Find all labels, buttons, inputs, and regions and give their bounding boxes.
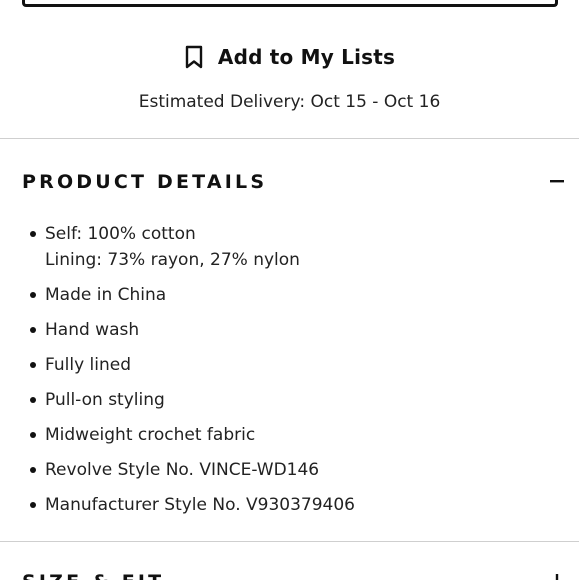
add-to-my-lists-button[interactable]: Add to My Lists bbox=[0, 40, 579, 74]
detail-text: Made in China bbox=[45, 285, 167, 305]
detail-text: Self: 100% cotton bbox=[45, 224, 196, 244]
minus-icon[interactable] bbox=[549, 173, 565, 189]
detail-list-item: Manufacturer Style No. V930379406 bbox=[0, 492, 579, 518]
detail-text: Manufacturer Style No. V930379406 bbox=[45, 495, 355, 515]
product-page-fragment: Add to My Lists Estimated Delivery: Oct … bbox=[0, 0, 579, 580]
plus-icon[interactable] bbox=[549, 573, 565, 580]
detail-text: Revolve Style No. VINCE-WD146 bbox=[45, 460, 320, 480]
size-fit-title: SIZE & FIT bbox=[22, 571, 164, 580]
product-details-header[interactable]: PRODUCT DETAILS bbox=[0, 163, 579, 203]
bookmark-icon bbox=[184, 45, 204, 70]
product-details-title: PRODUCT DETAILS bbox=[22, 171, 268, 193]
detail-list-item: Hand wash bbox=[0, 317, 579, 343]
add-to-my-lists-label: Add to My Lists bbox=[217, 45, 396, 69]
detail-list-item: Midweight crochet fabric bbox=[0, 422, 579, 448]
section-divider bbox=[0, 138, 579, 139]
estimated-delivery-text: Estimated Delivery: Oct 15 - Oct 16 bbox=[138, 92, 441, 112]
add-to-bag-button-edge[interactable] bbox=[22, 0, 558, 7]
section-divider bbox=[0, 541, 579, 542]
detail-list-item: Fully lined bbox=[0, 352, 579, 378]
detail-text: Midweight crochet fabric bbox=[45, 425, 256, 445]
detail-list-item: Revolve Style No. VINCE-WD146 bbox=[0, 457, 579, 483]
detail-text: Lining: 73% rayon, 27% nylon bbox=[45, 250, 300, 270]
detail-text: Fully lined bbox=[45, 355, 132, 375]
size-fit-header[interactable]: SIZE & FIT bbox=[0, 563, 579, 580]
detail-list-item: Self: 100% cotton Lining: 73% rayon, 27% … bbox=[0, 221, 579, 273]
detail-text: Hand wash bbox=[45, 320, 140, 340]
detail-text: Pull-on styling bbox=[45, 390, 165, 410]
detail-list-item: Pull-on styling bbox=[0, 387, 579, 413]
detail-list-item: Made in China bbox=[0, 282, 579, 308]
product-details-list: Self: 100% cotton Lining: 73% rayon, 27% … bbox=[0, 221, 579, 527]
